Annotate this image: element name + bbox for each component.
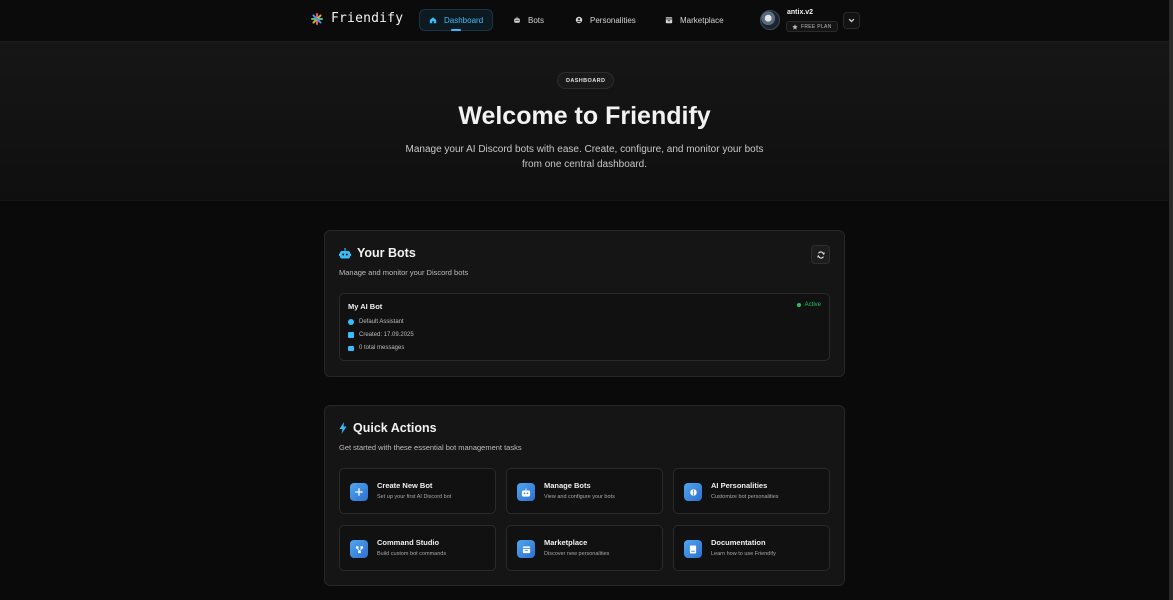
brand-logo[interactable]: Friendify — [311, 11, 403, 26]
nav-marketplace[interactable]: Marketplace — [656, 9, 733, 31]
bot-icon — [517, 483, 535, 501]
bot-icon — [514, 16, 520, 23]
hero-badge: DASHBOARD — [557, 72, 615, 89]
nav-personalities-label: Personalities — [590, 15, 636, 25]
bot-name: My AI Bot — [348, 302, 383, 311]
hero-section: DASHBOARD Welcome to Friendify Manage yo… — [0, 42, 1173, 201]
command-studio-button[interactable]: Command Studio Build custom bot commands — [339, 525, 496, 571]
logo-icon — [311, 12, 323, 25]
action-desc: Customize bot personalities — [711, 494, 779, 500]
user-icon — [575, 16, 583, 24]
workflow-icon — [350, 540, 368, 558]
username: antix.v2 — [787, 9, 814, 16]
your-bots-title: Your Bots — [357, 246, 416, 260]
personality-icon — [348, 319, 354, 325]
refresh-icon — [816, 250, 825, 259]
hero-subtitle: Manage your AI Discord bots with ease. C… — [405, 144, 764, 170]
status-badge: Active — [796, 302, 821, 308]
action-title: Manage Bots — [544, 481, 591, 490]
user-menu-button[interactable] — [843, 12, 860, 29]
quick-actions-card: Quick Actions Get started with these ess… — [324, 405, 845, 586]
bot-messages: 0 total messages — [348, 345, 404, 351]
plan-badge: FREE PLAN — [786, 21, 838, 32]
nav-personalities[interactable]: Personalities — [566, 9, 645, 31]
refresh-button[interactable] — [811, 245, 830, 264]
action-title: Create New Bot — [377, 481, 433, 490]
bot-created-label: Created: 17.09.2025 — [359, 332, 414, 338]
action-desc: Discover new personalities — [544, 551, 610, 557]
action-desc: Build custom bot commands — [377, 551, 447, 557]
page-title: Welcome to Friendify — [458, 102, 711, 130]
lightning-icon — [339, 422, 347, 434]
bot-icon — [339, 247, 351, 258]
action-title: AI Personalities — [711, 481, 768, 490]
store-icon — [517, 540, 535, 558]
scrollbar-thumb[interactable] — [1169, 0, 1173, 600]
bot-messages-label: 0 total messages — [359, 345, 405, 351]
store-icon — [665, 17, 673, 24]
marketplace-button[interactable]: Marketplace Discover new personalities — [506, 525, 663, 571]
nav-bots-label: Bots — [528, 15, 545, 25]
plan-label: FREE PLAN — [801, 23, 832, 30]
calendar-icon — [348, 332, 354, 338]
nav-bots[interactable]: Bots — [504, 9, 553, 31]
ai-personalities-button[interactable]: AI Personalities Customize bot personali… — [673, 468, 830, 514]
chevron-down-icon — [848, 18, 855, 23]
status-dot — [796, 303, 801, 307]
your-bots-subtitle: Manage and monitor your Discord bots — [339, 268, 469, 277]
create-new-bot-button[interactable]: Create New Bot Set up your first AI Disc… — [339, 468, 496, 514]
brain-icon — [684, 483, 702, 501]
quick-actions-title: Quick Actions — [353, 421, 437, 435]
avatar[interactable] — [760, 10, 780, 30]
message-icon — [348, 345, 354, 351]
nav-dashboard-label: Dashboard — [444, 15, 484, 25]
action-title: Command Studio — [377, 538, 440, 547]
star-icon — [792, 23, 798, 30]
your-bots-card: Your Bots Manage and monitor your Discor… — [324, 230, 845, 377]
page-scrollbar[interactable] — [1169, 0, 1173, 600]
status-label: Active — [804, 302, 821, 308]
quick-actions-heading: Quick Actions — [339, 421, 437, 435]
action-title: Documentation — [711, 538, 766, 547]
brand-name: Friendify — [331, 11, 404, 26]
bot-created: Created: 17.09.2025 — [348, 332, 414, 338]
top-nav: Friendify Dashboard Bots Personalities M… — [0, 0, 1173, 42]
plus-icon — [350, 483, 368, 501]
action-desc: Learn how to use Friendify — [711, 551, 776, 557]
bot-personality-label: Default Assistant — [359, 319, 404, 325]
your-bots-heading: Your Bots — [339, 246, 416, 260]
bot-list-item[interactable]: My AI Bot Active Default Assistant Creat… — [339, 293, 830, 361]
action-desc: View and configure your bots — [544, 494, 615, 500]
nav-dashboard[interactable]: Dashboard — [419, 9, 494, 31]
quick-actions-subtitle: Get started with these essential bot man… — [339, 443, 522, 452]
action-title: Marketplace — [544, 538, 588, 547]
book-icon — [684, 540, 702, 558]
documentation-button[interactable]: Documentation Learn how to use Friendify — [673, 525, 830, 571]
nav-marketplace-label: Marketplace — [680, 15, 724, 25]
bot-personality: Default Assistant — [348, 319, 404, 325]
action-desc: Set up your first AI Discord bot — [377, 494, 452, 500]
manage-bots-button[interactable]: Manage Bots View and configure your bots — [506, 468, 663, 514]
home-icon — [429, 17, 437, 24]
